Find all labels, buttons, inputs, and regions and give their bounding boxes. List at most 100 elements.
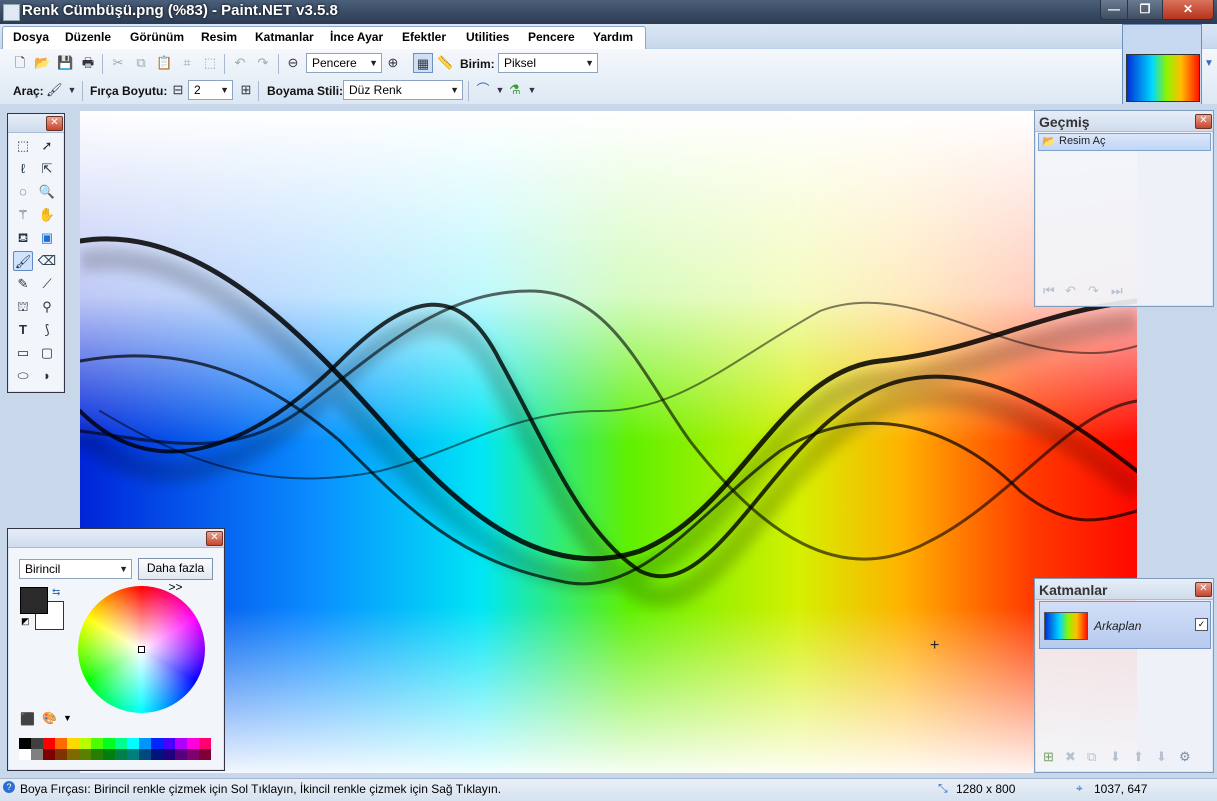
palette-swatch[interactable] [151,738,163,749]
magic-wand-icon[interactable]: ⚚ [13,205,33,225]
palette-swatch[interactable] [115,738,127,749]
new-image-icon[interactable]: 🗋 [12,55,28,71]
palette-swatch[interactable] [139,738,151,749]
image-canvas[interactable] [80,111,1137,773]
palette-swatch[interactable] [19,749,31,760]
palette-swatch[interactable] [187,738,199,749]
palette-swatch[interactable] [55,738,67,749]
crop-icon[interactable]: ⌗ [179,55,195,71]
paint-bucket-icon[interactable]: ⛾ [13,228,33,248]
save-icon[interactable]: 💾 [57,55,73,71]
palette-swatch[interactable] [91,738,103,749]
decrease-icon[interactable]: ⊟ [170,82,186,98]
deselect-icon[interactable]: ⬚ [202,55,218,71]
line-curve-icon[interactable]: ⟆ [37,320,57,340]
colors-window-titlebar[interactable] [8,529,224,548]
palette-swatch[interactable] [115,749,127,760]
menu-duzenle[interactable]: Düzenle [65,30,111,44]
color-mode-combo[interactable]: Birincil ▼ [19,559,132,579]
close-icon[interactable]: ✕ [1195,114,1212,129]
duplicate-layer-icon[interactable]: ⧉ [1087,749,1096,765]
move-layer-down-icon[interactable]: ⬇ [1156,749,1167,765]
increase-icon[interactable]: ⊞ [238,82,254,98]
pencil-icon[interactable]: ✎ [13,274,33,294]
layer-properties-icon[interactable]: ⚙ [1179,749,1191,765]
more-colors-button[interactable]: Daha fazla >> [138,558,213,594]
palette-swatch[interactable] [127,749,139,760]
palette-swatch[interactable] [163,738,175,749]
open-icon[interactable]: 📂 [34,55,50,71]
palette-swatch[interactable] [103,738,115,749]
color-wheel[interactable] [78,586,205,713]
maximize-button[interactable]: ❐ [1127,0,1163,20]
menu-efektler[interactable]: Efektler [402,30,446,44]
palette-swatch[interactable] [175,749,187,760]
close-icon[interactable]: ✕ [206,531,223,546]
palette-swatch[interactable] [175,738,187,749]
close-button[interactable]: ✕ [1162,0,1214,20]
ellipse-icon[interactable]: ⬭ [13,366,33,386]
clone-stamp-icon[interactable]: ⛫ [13,297,33,317]
chevron-down-icon[interactable]: ▼ [64,82,80,98]
minimize-button[interactable]: — [1100,0,1128,20]
menu-katmanlar[interactable]: Katmanlar [255,30,314,44]
palette-swatch[interactable] [43,738,55,749]
menu-dosya[interactable]: Dosya [13,30,49,44]
palette-swatch[interactable] [163,749,175,760]
merge-layer-icon[interactable]: ⬇ [1110,749,1121,765]
palette-swatch[interactable] [43,749,55,760]
palette-swatch[interactable] [67,738,79,749]
copy-icon[interactable]: ⧉ [133,55,149,71]
chevron-down-icon[interactable]: ▼ [524,82,540,98]
palette-swatch[interactable] [139,749,151,760]
zoom-icon[interactable]: 🔍 [37,182,57,202]
menu-pencere[interactable]: Pencere [528,30,575,44]
layer-row[interactable]: Arkaplan ✓ [1039,601,1211,649]
rectangle-icon[interactable]: ▭ [13,343,33,363]
chevron-down-icon[interactable]: ▼ [63,713,72,723]
eraser-icon[interactable]: ⌫ [37,251,57,271]
palette-swatch[interactable] [199,738,211,749]
freeform-shape-icon[interactable]: ◗ [37,366,57,386]
palette-swatch[interactable] [187,749,199,760]
move-selection-icon[interactable]: ⇱ [37,159,57,179]
brush-tool-icon[interactable]: 🖌 [46,82,63,98]
swap-colors-icon[interactable]: ⇆ [52,587,60,598]
rectangle-select-icon[interactable]: ⬚ [13,136,33,156]
move-selected-icon[interactable]: ➚ [37,136,57,156]
ellipse-select-icon[interactable]: ◌ [13,182,33,202]
print-icon[interactable]: 🖶 [80,55,96,71]
palette-swatch[interactable] [151,749,163,760]
last-step-icon[interactable]: ⏭ [1111,283,1123,299]
zoom-out-icon[interactable]: ⊖ [285,55,301,71]
move-layer-up-icon[interactable]: ⬆ [1133,749,1144,765]
menu-gorunum[interactable]: Görünüm [130,30,184,44]
palette-swatch[interactable] [55,749,67,760]
primary-color-swatch[interactable] [20,587,48,614]
palette-swatch[interactable] [19,738,31,749]
zoom-in-icon[interactable]: ⊕ [385,55,401,71]
palette-swatch[interactable] [31,738,43,749]
paintbrush-icon[interactable]: 🖌 [13,251,33,271]
palette-swatch[interactable] [79,738,91,749]
first-step-icon[interactable]: ⏮ [1043,283,1055,299]
blend-mode-icon[interactable]: ⚗ [507,82,523,98]
undo-icon[interactable]: ↶ [232,55,248,71]
redo-icon[interactable]: ↷ [255,55,271,71]
palette-swatch[interactable] [199,749,211,760]
reset-colors-icon[interactable]: ◩ [21,616,30,627]
paste-icon[interactable]: 📋 [156,55,172,71]
add-to-palette-icon[interactable]: ⬛ [20,712,35,726]
menu-yardim[interactable]: Yardım [593,30,633,44]
undo-icon[interactable]: ↶ [1065,283,1076,299]
rounded-rectangle-icon[interactable]: ▢ [37,343,57,363]
pan-icon[interactable]: ✋ [37,205,57,225]
fill-style-combo[interactable]: Düz Renk ▼ [343,80,463,100]
ruler-icon[interactable]: 📏 [437,55,453,71]
history-item[interactable]: 📂 Resim Aç [1038,133,1211,151]
menu-resim[interactable]: Resim [201,30,237,44]
add-layer-icon[interactable]: ⊞ [1043,749,1054,765]
close-icon[interactable]: ✕ [1195,582,1212,597]
close-icon[interactable]: ✕ [46,116,63,131]
image-thumbnail[interactable] [1126,54,1200,102]
